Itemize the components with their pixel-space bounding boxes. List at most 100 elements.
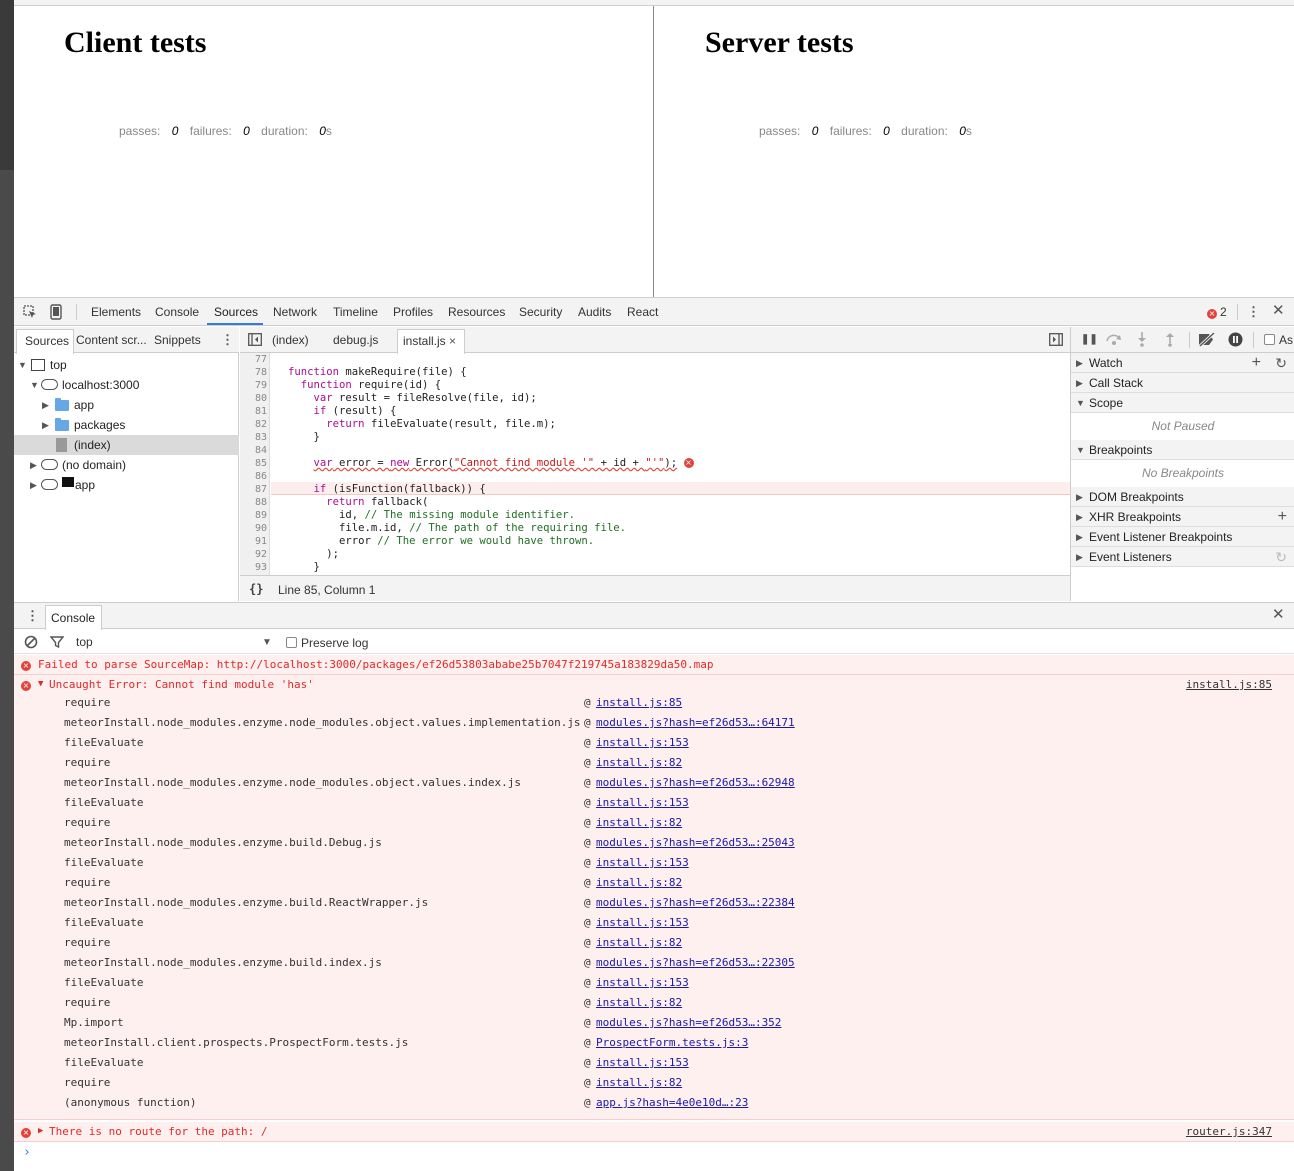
section-breakpoints[interactable]: ▼ Breakpoints — [1071, 440, 1294, 460]
tab-audits[interactable]: Audits — [578, 305, 611, 319]
section-event-listener-breakpoints[interactable]: ▶ Event Listener Breakpoints — [1071, 527, 1294, 547]
pretty-print-button[interactable]: {} — [249, 582, 263, 596]
stack-frame-link[interactable]: modules.js?hash=ef26d53…:62948 — [596, 776, 795, 789]
tree-item-top[interactable]: ▼ top — [14, 355, 239, 375]
stack-frame-link[interactable]: install.js:153 — [596, 1056, 689, 1069]
stack-frame-link[interactable]: install.js:82 — [596, 1076, 682, 1089]
pause-icon[interactable]: ❚❚ — [1081, 333, 1098, 347]
expanded-arrow-icon[interactable]: ▼ — [18, 355, 27, 375]
drawer-tab-console[interactable]: Console — [45, 605, 103, 630]
stack-frame-link[interactable]: install.js:82 — [596, 936, 682, 949]
editor-tab-install[interactable]: install.js × — [397, 329, 466, 354]
expanded-arrow-icon[interactable]: ▼ — [30, 375, 39, 395]
inspect-element-icon[interactable] — [23, 305, 37, 322]
stack-frame-link[interactable]: install.js:82 — [596, 756, 682, 769]
close-devtools-icon[interactable]: ✕ — [1272, 303, 1285, 318]
stack-frame-link[interactable]: modules.js?hash=ef26d53…:352 — [596, 1016, 781, 1029]
source-link[interactable]: install.js:85 — [1186, 678, 1272, 691]
section-dom-breakpoints[interactable]: ▶ DOM Breakpoints — [1071, 487, 1294, 507]
navigator-menu-icon[interactable]: ⋮ — [221, 333, 234, 347]
stack-frame-at: @ — [584, 736, 591, 749]
stack-frame-link[interactable]: install.js:82 — [596, 816, 682, 829]
clear-console-icon[interactable] — [24, 635, 38, 652]
section-watch[interactable]: ▶ Watch + ↻ — [1071, 353, 1294, 373]
drawer-menu-icon[interactable]: ⋮ — [26, 609, 39, 623]
tree-item-localhost[interactable]: ▼ localhost:3000 — [14, 375, 239, 395]
nav-tab-content-scripts[interactable]: Content scr... — [76, 333, 147, 347]
source-link[interactable]: router.js:347 — [1186, 1125, 1272, 1138]
section-call-stack[interactable]: ▶ Call Stack — [1071, 373, 1294, 393]
tree-item-no-domain[interactable]: ▶ (no domain) — [14, 455, 239, 475]
console-message-route[interactable]: × ▶ There is no route for the path: / ro… — [14, 1122, 1294, 1142]
tab-react[interactable]: React — [627, 305, 658, 319]
stack-frame-link[interactable]: install.js:82 — [596, 876, 682, 889]
section-scope[interactable]: ▼ Scope — [1071, 393, 1294, 413]
error-count[interactable]: 2 — [1220, 305, 1227, 319]
async-checkbox[interactable] — [1264, 334, 1275, 345]
stack-frame-link[interactable]: ProspectForm.tests.js:3 — [596, 1036, 748, 1049]
collapsed-arrow-icon[interactable]: ▶ — [38, 1126, 43, 1136]
section-xhr-breakpoints[interactable]: ▶ XHR Breakpoints + — [1071, 507, 1294, 527]
collapsed-arrow-icon[interactable]: ▶ — [42, 415, 49, 435]
tab-profiles[interactable]: Profiles — [393, 305, 433, 319]
stack-frame-link[interactable]: app.js?hash=4e0e10d…:23 — [596, 1096, 748, 1109]
toggle-debugger-icon[interactable] — [1049, 333, 1063, 349]
editor-tab-debug[interactable]: debug.js — [333, 333, 378, 347]
tab-timeline[interactable]: Timeline — [333, 305, 378, 319]
step-out-icon[interactable] — [1165, 331, 1175, 350]
sources-navigator: Sources Content scr... Snippets ⋮ ▼ top … — [14, 327, 239, 601]
error-count-icon[interactable]: × — [1207, 306, 1217, 320]
deactivate-breakpoints-icon[interactable] — [1197, 331, 1217, 350]
tree-item-index[interactable]: (index) — [14, 435, 239, 455]
refresh-icon[interactable]: ↻ — [1275, 547, 1287, 567]
collapsed-arrow-icon[interactable]: ▶ — [42, 395, 49, 415]
toggle-navigator-icon[interactable] — [248, 333, 262, 349]
tree-item-app-extension[interactable]: ▶ app — [14, 475, 239, 495]
stack-frame-link[interactable]: install.js:153 — [596, 736, 689, 749]
collapsed-arrow-icon[interactable]: ▶ — [30, 475, 37, 495]
close-drawer-icon[interactable]: ✕ — [1272, 607, 1285, 622]
expanded-arrow-icon[interactable]: ▼ — [38, 679, 43, 689]
tab-sources[interactable]: Sources — [214, 305, 258, 319]
tab-resources[interactable]: Resources — [448, 305, 505, 319]
tree-item-packages[interactable]: ▶ packages — [14, 415, 239, 435]
stack-frame-link[interactable]: install.js:153 — [596, 916, 689, 929]
error-marker-icon[interactable]: × — [683, 458, 694, 468]
collapsed-arrow-icon[interactable]: ▶ — [30, 455, 37, 475]
stack-frame-link[interactable]: install.js:82 — [596, 996, 682, 1009]
step-into-icon[interactable] — [1137, 331, 1147, 350]
device-mode-icon[interactable] — [50, 304, 62, 323]
tree-item-app[interactable]: ▶ app — [14, 395, 239, 415]
stack-frame-link[interactable]: install.js:153 — [596, 796, 689, 809]
stack-frame-at: @ — [584, 1016, 591, 1029]
stack-frame-link[interactable]: install.js:153 — [596, 976, 689, 989]
context-select[interactable]: top — [76, 635, 93, 649]
pause-on-exceptions-icon[interactable] — [1228, 332, 1243, 350]
stack-frame-link[interactable]: modules.js?hash=ef26d53…:25043 — [596, 836, 795, 849]
filter-icon[interactable] — [49, 635, 65, 652]
step-over-icon[interactable] — [1105, 332, 1123, 349]
close-tab-icon[interactable]: × — [449, 334, 456, 348]
section-event-listeners[interactable]: ▶ Event Listeners ↻ — [1071, 547, 1294, 567]
stack-frame-link[interactable]: install.js:153 — [596, 856, 689, 869]
console-message-uncaught-error[interactable]: × ▼ Uncaught Error: Cannot find module '… — [14, 675, 1294, 1120]
add-xhr-breakpoint-icon[interactable]: + — [1278, 507, 1287, 527]
tab-elements[interactable]: Elements — [91, 305, 141, 319]
nav-tab-snippets[interactable]: Snippets — [154, 333, 201, 347]
tab-console[interactable]: Console — [155, 305, 199, 319]
nav-tab-sources[interactable]: Sources — [16, 329, 75, 354]
console-message-sourcemap[interactable]: × Failed to parse SourceMap: http://loca… — [14, 655, 1294, 675]
stack-frame-link[interactable]: modules.js?hash=ef26d53…:64171 — [596, 716, 795, 729]
stack-frame-link[interactable]: install.js:85 — [596, 696, 682, 709]
preserve-log-checkbox[interactable] — [286, 637, 297, 648]
editor-tab-index[interactable]: (index) — [272, 333, 309, 347]
tab-security[interactable]: Security — [519, 305, 562, 319]
dropdown-arrow-icon[interactable]: ▼ — [262, 636, 272, 650]
refresh-icon[interactable]: ↻ — [1275, 353, 1287, 373]
stack-frame-link[interactable]: modules.js?hash=ef26d53…:22305 — [596, 956, 795, 969]
add-watch-icon[interactable]: + — [1252, 353, 1261, 373]
tab-network[interactable]: Network — [273, 305, 317, 319]
stack-frame-link[interactable]: modules.js?hash=ef26d53…:22384 — [596, 896, 795, 909]
kebab-menu-icon[interactable]: ⋮ — [1247, 305, 1260, 319]
console-prompt[interactable]: › — [23, 1145, 31, 1160]
